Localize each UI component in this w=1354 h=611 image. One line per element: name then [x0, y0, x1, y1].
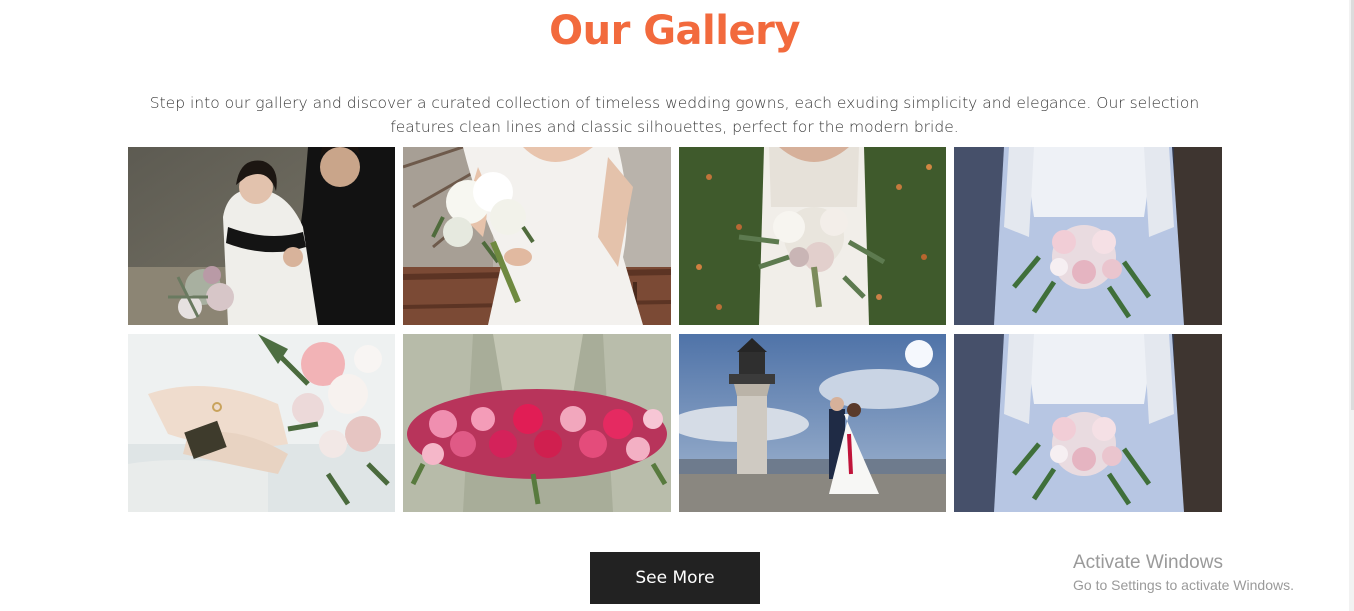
gallery-photo-bride-white-bouquet[interactable]	[403, 147, 671, 325]
gallery-photo-bouquet-blue-2[interactable]	[954, 334, 1222, 512]
watermark-subtitle: Go to Settings to activate Windows.	[1073, 577, 1294, 593]
activate-windows-watermark: Activate Windows Go to Settings to activ…	[1073, 552, 1294, 593]
gallery-photo-bouquet-blue[interactable]	[954, 147, 1222, 325]
see-more-button[interactable]: See More	[590, 552, 760, 604]
watermark-title: Activate Windows	[1073, 552, 1223, 573]
gallery-grid	[128, 147, 1222, 512]
gallery-page: Our Gallery Step into our gallery and di…	[0, 0, 1354, 611]
gallery-photo-lighthouse-couple[interactable]	[679, 334, 946, 512]
gallery-photo-pink-roses[interactable]	[403, 334, 671, 512]
gallery-photo-bouquet-autumn[interactable]	[679, 147, 946, 325]
gallery-photo-hands-ring[interactable]	[128, 334, 395, 512]
gallery-intro-text: Step into our gallery and discover a cur…	[149, 94, 1200, 136]
gallery-photo-couple-embrace[interactable]	[128, 147, 395, 325]
gallery-title: Our Gallery	[549, 8, 800, 54]
